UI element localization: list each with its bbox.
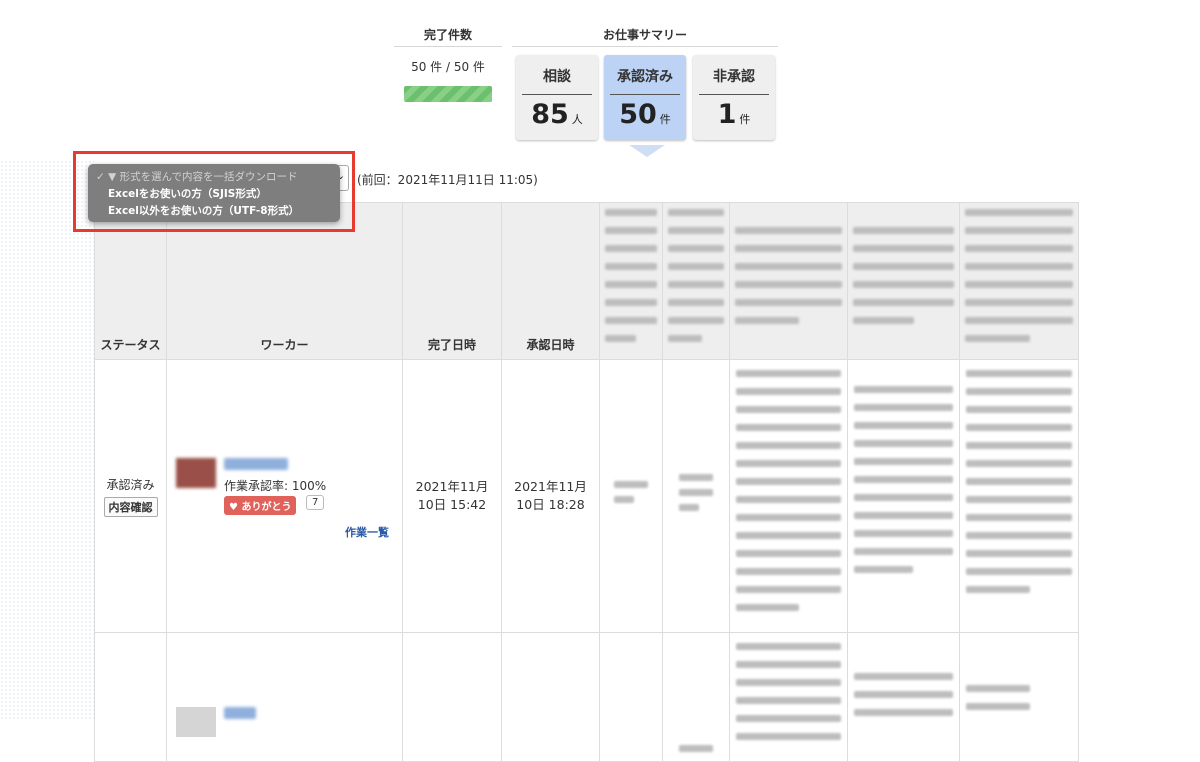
worker-name-link[interactable] — [224, 458, 288, 470]
status-cell: 承認済み 内容確認 — [94, 359, 167, 633]
status-text: 承認済み — [106, 477, 155, 492]
previous-download-time: (前回：2021年11月11日 11:05) — [357, 173, 538, 187]
work-summary-divider — [512, 46, 778, 47]
annotation-highlight-box — [73, 151, 355, 232]
approved-cell: 2021年11月 10日 18:28 — [501, 359, 600, 633]
completed-cell — [402, 632, 502, 762]
question-column-header-4 — [847, 202, 960, 360]
card-label: 承認済み — [617, 69, 673, 85]
answer-cell-5 — [959, 632, 1079, 762]
answer-cell-4 — [847, 632, 960, 762]
card-label: 相談 — [543, 69, 571, 85]
completed-date-line1: 2021年11月 — [415, 479, 489, 494]
approved-date-line2: 10日 18:28 — [516, 497, 585, 512]
completed-cell: 2021年11月 10日 15:42 — [402, 359, 502, 633]
status-cell — [94, 632, 167, 762]
card-label: 非承認 — [713, 69, 755, 85]
avatar[interactable] — [176, 458, 216, 488]
done-count: 50 件 / 50 件 — [411, 60, 485, 74]
done-progress-bar — [404, 86, 492, 102]
work-summary-header: お仕事サマリー — [602, 28, 687, 42]
card-divider — [522, 94, 592, 95]
active-card-pointer — [629, 145, 665, 157]
done-count-header: 完了件数 — [423, 28, 472, 42]
answer-cell-2 — [662, 632, 730, 762]
work-list-link[interactable]: 作業一覧 — [345, 524, 389, 540]
card-divider — [610, 94, 680, 95]
summary-card-consult[interactable]: 相談 85 人 — [516, 55, 598, 140]
worker-name-link[interactable] — [224, 707, 256, 719]
answer-cell-1 — [599, 632, 663, 762]
summary-card-rejected[interactable]: 非承認 1件 — [693, 55, 775, 140]
table-row — [94, 632, 1079, 762]
card-value: 50 件 — [619, 99, 671, 130]
answer-cell-3 — [729, 632, 848, 762]
detail-button[interactable]: 内容確認 — [103, 496, 158, 517]
question-column-header-5 — [959, 202, 1079, 360]
question-column-header-3 — [729, 202, 848, 360]
done-header-divider — [394, 46, 502, 47]
answer-cell-4 — [847, 359, 960, 633]
question-column-header-1 — [599, 202, 663, 360]
thanks-badge[interactable]: ♥ ありがとう — [224, 496, 297, 515]
completed-date-line2: 10日 15:42 — [417, 497, 487, 512]
background-pattern-left — [0, 160, 94, 720]
question-column-header-2 — [662, 202, 730, 360]
table-row: 承認済み 内容確認 作業承認率: 100% ♥ ありがとう 7 作業一覧 202… — [94, 359, 1079, 633]
completed-column-header[interactable]: 完了日時 — [402, 202, 502, 360]
work-table: ステータス ワーカー 完了日時 承認日時 承認済み 内容確認 作業承認率: 10… — [94, 202, 1079, 762]
approved-date-line1: 2021年11月 — [514, 479, 587, 494]
answer-cell-5 — [959, 359, 1079, 633]
card-value: 85 人 — [531, 99, 583, 130]
card-value: 1件 — [717, 99, 751, 130]
avatar[interactable] — [176, 707, 216, 737]
card-divider — [699, 94, 769, 95]
answer-cell-3 — [729, 359, 848, 633]
worker-cell: 作業承認率: 100% ♥ ありがとう 7 作業一覧 — [166, 359, 403, 633]
approval-rate: 作業承認率: 100% — [224, 479, 327, 493]
summary-card-approved[interactable]: 承認済み 50 件 — [604, 55, 686, 140]
thanks-count: 7 — [306, 495, 325, 510]
worker-cell — [166, 632, 403, 762]
answer-cell-1 — [599, 359, 663, 633]
answer-cell-2 — [662, 359, 730, 633]
approved-cell — [501, 632, 600, 762]
approved-column-header[interactable]: 承認日時 — [501, 202, 600, 360]
